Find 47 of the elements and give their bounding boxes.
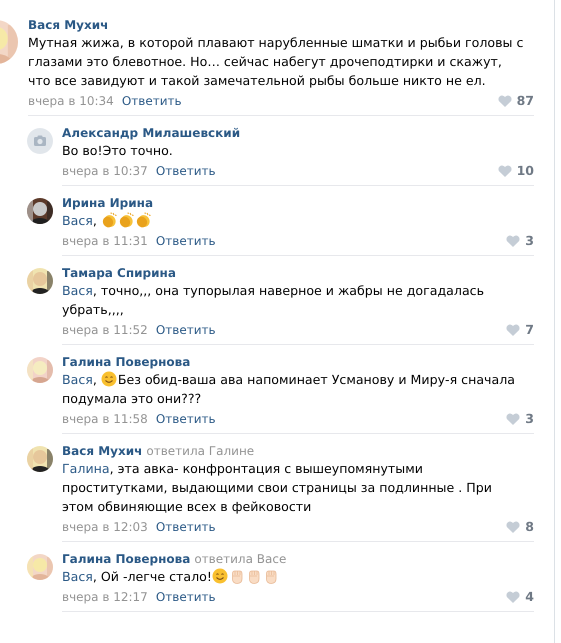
reply-link[interactable]: Ответить	[156, 520, 216, 534]
heart-icon[interactable]	[498, 164, 512, 176]
comment-text: Галина, эта авка- конфронтация с вышеупомянутыми проститутками, выдающими свои страницы за подлинные . При этом обвиняющие всех в фейковости	[62, 460, 493, 516]
author-name[interactable]: Галина Повернова	[62, 355, 190, 369]
like-count: 3	[525, 233, 534, 248]
reply-link[interactable]: Ответить	[156, 412, 216, 426]
comment-text: Вася,	[62, 211, 524, 230]
camera-icon	[27, 128, 53, 154]
reply-to-label: ответила Галине	[146, 444, 254, 458]
heart-icon[interactable]	[506, 234, 520, 246]
smiley-icon	[100, 371, 117, 387]
comment-time: вчера в 12:17	[62, 590, 148, 604]
heart-icon[interactable]	[506, 590, 520, 602]
reply-link[interactable]: Ответить	[156, 164, 216, 178]
reply-link[interactable]: Ответить	[156, 322, 216, 336]
comment-time: вчера в 11:52	[62, 322, 148, 336]
like-count: 87	[516, 93, 534, 108]
like-count: 10	[516, 163, 534, 178]
author-name[interactable]: Галина Повернова	[62, 552, 190, 566]
reply-to-label: ответила Васе	[194, 552, 286, 566]
author-name[interactable]: Александр Милашевский	[62, 126, 240, 140]
like-count: 3	[525, 411, 534, 426]
author-name[interactable]: Вася Мухич	[62, 444, 142, 458]
comment-time: вчера в 10:37	[62, 164, 148, 178]
like-count: 8	[525, 519, 534, 534]
comment-time: вчера в 10:34	[28, 94, 114, 108]
like-count: 7	[525, 322, 534, 337]
heart-icon[interactable]	[498, 94, 512, 106]
author-name[interactable]: Ирина Ирина	[62, 196, 154, 210]
comment-text: Мутная жижа, в которой плавают нарубленные шматки и рыбьи головы с глазами это блевотное. Но… сейчас набегут дрочеподтирки и скажут, что все завидуют и такой замечательной рыбы больше никто не ел.	[28, 34, 524, 90]
smiley-icon	[212, 568, 228, 584]
comment-time: вчера в 12:03	[62, 520, 148, 534]
reply-link[interactable]: Ответить	[156, 590, 216, 604]
reply-link[interactable]: Ответить	[156, 234, 216, 248]
comment-text: Вася, Ой -легче стало!	[62, 567, 524, 586]
comment-time: вчера в 11:31	[62, 234, 148, 248]
heart-icon[interactable]	[506, 520, 520, 532]
author-name[interactable]: Тамара Спирина	[62, 266, 176, 280]
author-name[interactable]: Вася Мухич	[28, 18, 108, 32]
like-count: 4	[525, 589, 534, 604]
comment-text: Вася, точно,,, она тупорылая наверное и жабры не догадалась убрать,,,,	[62, 282, 486, 319]
heart-icon[interactable]	[506, 412, 520, 424]
reply-link[interactable]: Ответить	[122, 94, 182, 108]
comment-time: вчера в 11:58	[62, 412, 148, 426]
heart-icon[interactable]	[506, 324, 520, 336]
comment-text: Во во!Это точно.	[62, 142, 174, 160]
comment-text: Вася, Без обид-ваша ава напоминает Усманову и Миру-я сначала подумала это они???	[62, 370, 516, 408]
